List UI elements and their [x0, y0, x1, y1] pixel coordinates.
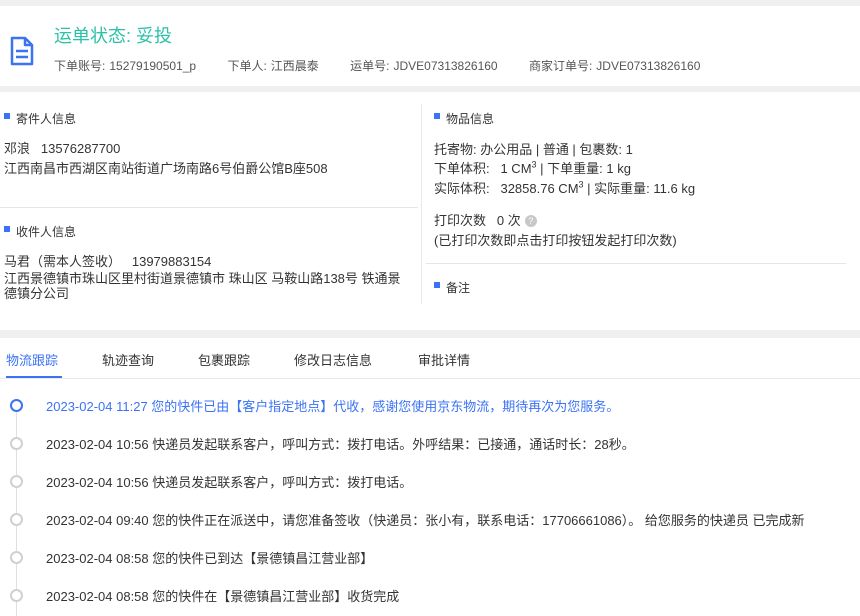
receiver-contact: 马君（需本人签收） 13979883154 [4, 251, 211, 270]
timeline-dot [10, 437, 23, 450]
goods-section-title: 物品信息 [434, 110, 494, 127]
meta-merchant-order-no: 商家订单号: JDVE07313826160 [528, 59, 701, 73]
waybill-status: 运单状态: 妥投 [54, 22, 172, 48]
receiver-name: 马君（需本人签收） [4, 254, 122, 269]
status-value: 妥投 [136, 26, 173, 46]
timeline-dot-active [10, 399, 23, 412]
receiver-address: 江西景德镇市珠山区里村街道景德镇市 珠山区 马鞍山路138号 铁通景德镇分公司 [4, 271, 401, 301]
timeline-text: 2023-02-04 09:40 您的快件正在派送中，请您准备签收（快递员：张小… [46, 513, 805, 528]
print-count-hint: (已打印次数即点击打印按钮发起打印次数) [434, 233, 677, 248]
help-icon[interactable]: ? [524, 215, 537, 227]
timeline-dot [10, 551, 23, 564]
goods-order-volume-weight: 下单体积: 1 CM3 | 下单重量: 1 kg [434, 159, 631, 176]
sender-contact: 邓浪 13576287700 [4, 138, 120, 157]
column-divider [421, 104, 422, 304]
timeline-text: 2023-02-04 10:56 快递员发起联系客户，呼叫方式：拨打电话。外呼结… [46, 437, 635, 452]
meta-orderer: 下单人: 江西晨泰 [227, 59, 319, 73]
timeline-text: 2023-02-04 08:58 您的快件已到达【景德镇昌江营业部】 [46, 551, 374, 566]
remarks-section-title: 备注 [434, 279, 470, 296]
receiver-phone: 13979883154 [131, 254, 212, 269]
tab-package-tracking[interactable]: 包裹跟踪 [198, 350, 250, 369]
waybill-meta: 下单账号: 15279190501_p 下单人: 江西晨泰 运单号: JDVE0731… [54, 57, 728, 74]
sender-address: 江西南昌市西湖区南站街道广场南路6号伯爵公馆B座508 [4, 161, 328, 176]
timeline-dot [10, 475, 23, 488]
detail-tabs: 物流跟踪 轨迹查询 包裹跟踪 修改日志信息 审批详情 [0, 340, 860, 379]
goods-actual-volume-weight: 实际体积: 32858.76 CM3 | 实际重量: 11.6 kg [434, 179, 696, 196]
header-divider [0, 86, 860, 92]
goods-divider [426, 263, 846, 264]
timeline-dot [10, 589, 23, 602]
timeline-item: 2023-02-04 08:58 您的快件在【景德镇昌江营业部】收货完成 [0, 586, 860, 606]
sender-divider [0, 207, 418, 208]
document-icon [10, 36, 34, 66]
meta-account: 下单账号: 15279190501_p [54, 59, 197, 73]
timeline-item: 2023-02-04 11:27 您的快件已由【客户指定地点】代收，感谢您使用京… [0, 396, 860, 416]
body-divider [0, 330, 860, 338]
goods-category: 托寄物: 办公用品 | 普通 | 包裹数: 1 [434, 142, 633, 157]
waybill-header: 运单状态: 妥投 下单账号: 15279190501_p 下单人: 江西晨泰 运单号… [0, 6, 860, 86]
timeline-text: 2023-02-04 10:56 快递员发起联系客户，呼叫方式：拨打电话。 [46, 475, 413, 490]
active-tab-indicator [6, 376, 62, 378]
timeline-item: 2023-02-04 10:56 快递员发起联系客户，呼叫方式：拨打电话。外呼结… [0, 434, 860, 454]
tab-trajectory-query[interactable]: 轨迹查询 [102, 350, 154, 369]
timeline-item: 2023-02-04 09:40 您的快件正在派送中，请您准备签收（快递员：张小… [0, 510, 860, 530]
timeline-dot [10, 513, 23, 526]
sender-name: 邓浪 [4, 141, 31, 156]
timeline-text: 2023-02-04 11:27 您的快件已由【客户指定地点】代收，感谢您使用京… [46, 399, 620, 414]
timeline-item: 2023-02-04 08:58 您的快件已到达【景德镇昌江营业部】 [0, 548, 860, 568]
status-label: 运单状态: [54, 26, 132, 46]
print-count: 打印次数 0 次? [434, 210, 537, 229]
meta-waybill-no: 运单号: JDVE07313826160 [350, 59, 498, 73]
timeline-item: 2023-02-04 10:56 快递员发起联系客户，呼叫方式：拨打电话。 [0, 472, 860, 492]
tab-approval-details[interactable]: 审批详情 [418, 350, 470, 369]
timeline-text: 2023-02-04 08:58 您的快件在【景德镇昌江营业部】收货完成 [46, 589, 400, 604]
tab-logistics-tracking[interactable]: 物流跟踪 [6, 350, 58, 369]
sender-phone: 13576287700 [40, 141, 121, 156]
sender-section-title: 寄件人信息 [4, 110, 76, 127]
tab-change-log[interactable]: 修改日志信息 [294, 350, 372, 369]
receiver-section-title: 收件人信息 [4, 223, 76, 240]
